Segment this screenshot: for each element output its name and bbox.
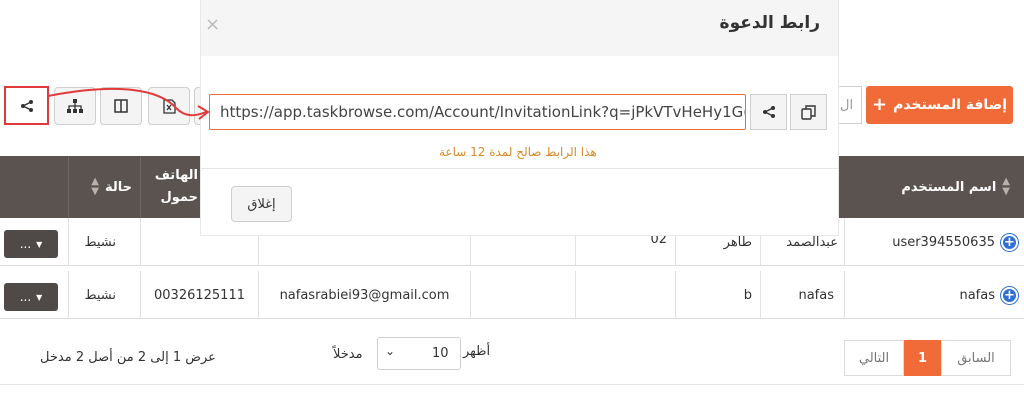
export-excel-button[interactable]: [148, 87, 190, 125]
username-header[interactable]: اسم المستخدم ▲ ▼: [838, 156, 1024, 218]
row-actions-button[interactable]: ... ▼: [4, 283, 58, 311]
last-name-cell: b: [675, 271, 760, 319]
expand-row-icon[interactable]: +: [1001, 233, 1018, 251]
caret-down-icon: ▼: [36, 239, 43, 249]
excel-icon: [162, 98, 176, 114]
modal-header: × رابط الدعوة: [201, 0, 838, 56]
username-cell: user394550635 +: [844, 218, 1024, 266]
search-input[interactable]: ال: [838, 86, 862, 124]
row-actions-button[interactable]: ... ▼: [4, 230, 58, 258]
sort-icon: ▲ ▼: [91, 176, 99, 197]
columns-icon: [114, 99, 128, 113]
sitemap-icon: [67, 99, 83, 113]
show-label: أظهر: [463, 344, 491, 359]
status-cell: نشيط: [68, 271, 140, 319]
invitation-link-modal: × رابط الدعوة https://app.taskbrowse.com…: [201, 0, 838, 235]
share-button[interactable]: [4, 86, 49, 125]
actions-header: [0, 156, 68, 218]
close-icon[interactable]: ×: [205, 14, 220, 35]
link-validity-note: هذا الرابط صالح لمدة 12 ساعة: [439, 145, 597, 159]
table-row: ... ▼ نشيط 00326125111 nafasrabiei93@gma…: [0, 271, 1024, 319]
add-user-label: إضافة المستخدم: [893, 97, 1008, 113]
columns-button[interactable]: [100, 87, 142, 125]
username-cell: nafas +: [844, 271, 1024, 319]
entries-label: مدخلاً: [333, 347, 363, 362]
status-cell: نشيط: [68, 218, 140, 266]
copy-icon: [801, 104, 816, 120]
actions-cell: ... ▼: [0, 218, 68, 266]
caret-down-icon: ▼: [36, 292, 43, 302]
table-info: عرض 1 إلى 2 من أصل 2 مدخل: [40, 350, 216, 365]
phone-cell: 00326125111: [140, 271, 258, 319]
share-icon: [20, 99, 33, 112]
plus-icon: +: [871, 94, 888, 115]
page-length-select[interactable]: ⌄ 10: [377, 337, 461, 370]
status-header[interactable]: ▲ ▼ حالة: [68, 156, 140, 218]
close-modal-button[interactable]: إغلاق: [231, 186, 292, 222]
next-page-button[interactable]: التالي: [844, 340, 904, 376]
phone-header[interactable]: الهاتف حمول: [140, 156, 202, 218]
caret-down-icon: ⌄: [385, 344, 396, 358]
actions-cell: ... ▼: [0, 271, 68, 319]
first-name-cell: nafas: [760, 271, 844, 319]
extra-cell: [575, 271, 675, 319]
hierarchy-button[interactable]: [54, 87, 96, 125]
blank-cell: [470, 271, 575, 319]
modal-divider: [201, 168, 838, 169]
page-1-button[interactable]: 1: [904, 340, 941, 376]
share-link-button[interactable]: [750, 94, 787, 130]
share-icon: [762, 106, 775, 118]
prev-page-button[interactable]: السابق: [941, 340, 1011, 376]
email-cell: nafasrabiei93@gmail.com: [258, 271, 470, 319]
modal-title: رابط الدعوة: [719, 13, 820, 33]
sort-icon: ▲ ▼: [1002, 176, 1010, 197]
invitation-link-field[interactable]: https://app.taskbrowse.com/Account/Invit…: [209, 94, 746, 130]
copy-link-button[interactable]: [790, 94, 827, 130]
expand-row-icon[interactable]: +: [1001, 286, 1018, 304]
add-user-button[interactable]: + إضافة المستخدم: [866, 86, 1013, 124]
